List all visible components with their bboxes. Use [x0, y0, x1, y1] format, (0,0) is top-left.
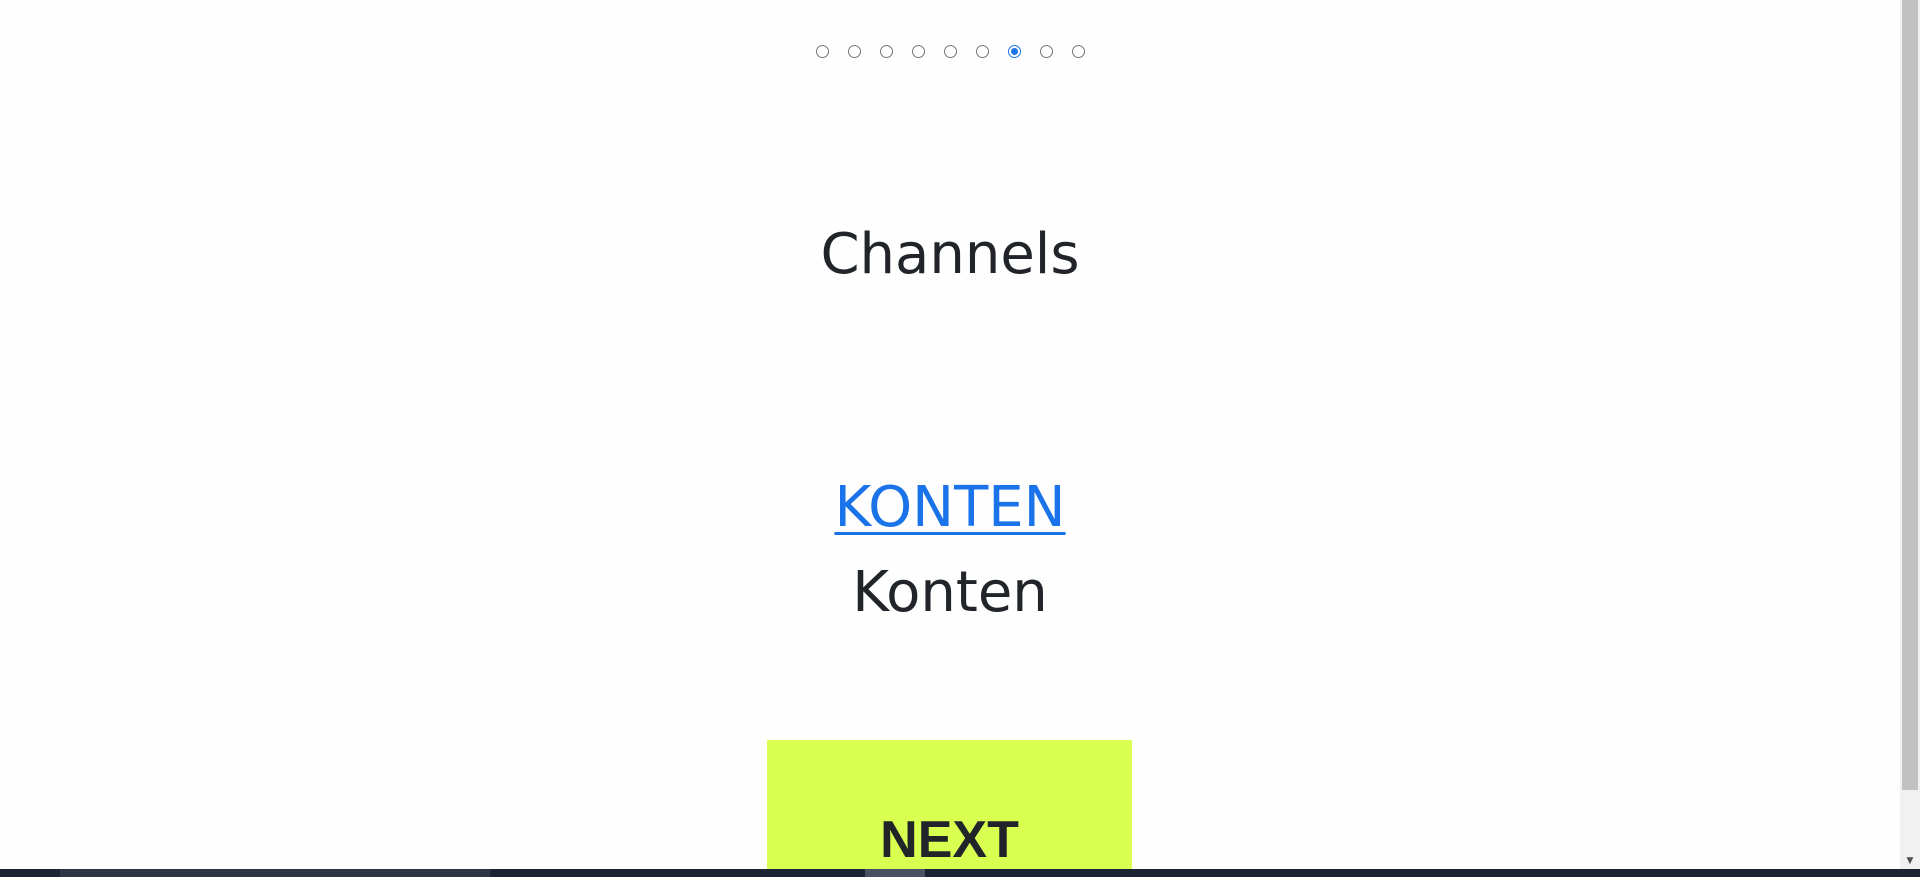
scroll-down-arrow-icon[interactable]: ▼: [1900, 852, 1920, 869]
taskbar-segment-active: [865, 869, 925, 877]
step-radio-2[interactable]: [847, 45, 861, 58]
step-indicator: [0, 45, 1900, 58]
page: Channels KONTEN Konten NEXT ▼: [0, 0, 1920, 877]
taskbar-strip: [0, 869, 1920, 877]
step-radio-7[interactable]: [1007, 45, 1021, 58]
scrollbar-thumb[interactable]: [1902, 0, 1918, 790]
konten-subtitle: Konten: [852, 560, 1048, 625]
vertical-scrollbar[interactable]: ▼: [1900, 0, 1920, 869]
konten-link[interactable]: KONTEN: [834, 475, 1065, 540]
konten-link-wrapper: KONTEN: [0, 475, 1900, 541]
step-radio-4[interactable]: [911, 45, 925, 58]
page-title: Channels: [820, 222, 1080, 287]
step-radio-6[interactable]: [975, 45, 989, 58]
next-button[interactable]: NEXT: [767, 740, 1132, 877]
next-button-label: NEXT: [880, 811, 1019, 869]
step-radio-3[interactable]: [879, 45, 893, 58]
step-radio-5[interactable]: [943, 45, 957, 58]
step-radio-9[interactable]: [1071, 45, 1085, 58]
content-area: Channels KONTEN Konten NEXT: [0, 0, 1900, 877]
taskbar-segment: [60, 869, 490, 877]
step-radio-1[interactable]: [815, 45, 829, 58]
step-radio-8[interactable]: [1039, 45, 1053, 58]
